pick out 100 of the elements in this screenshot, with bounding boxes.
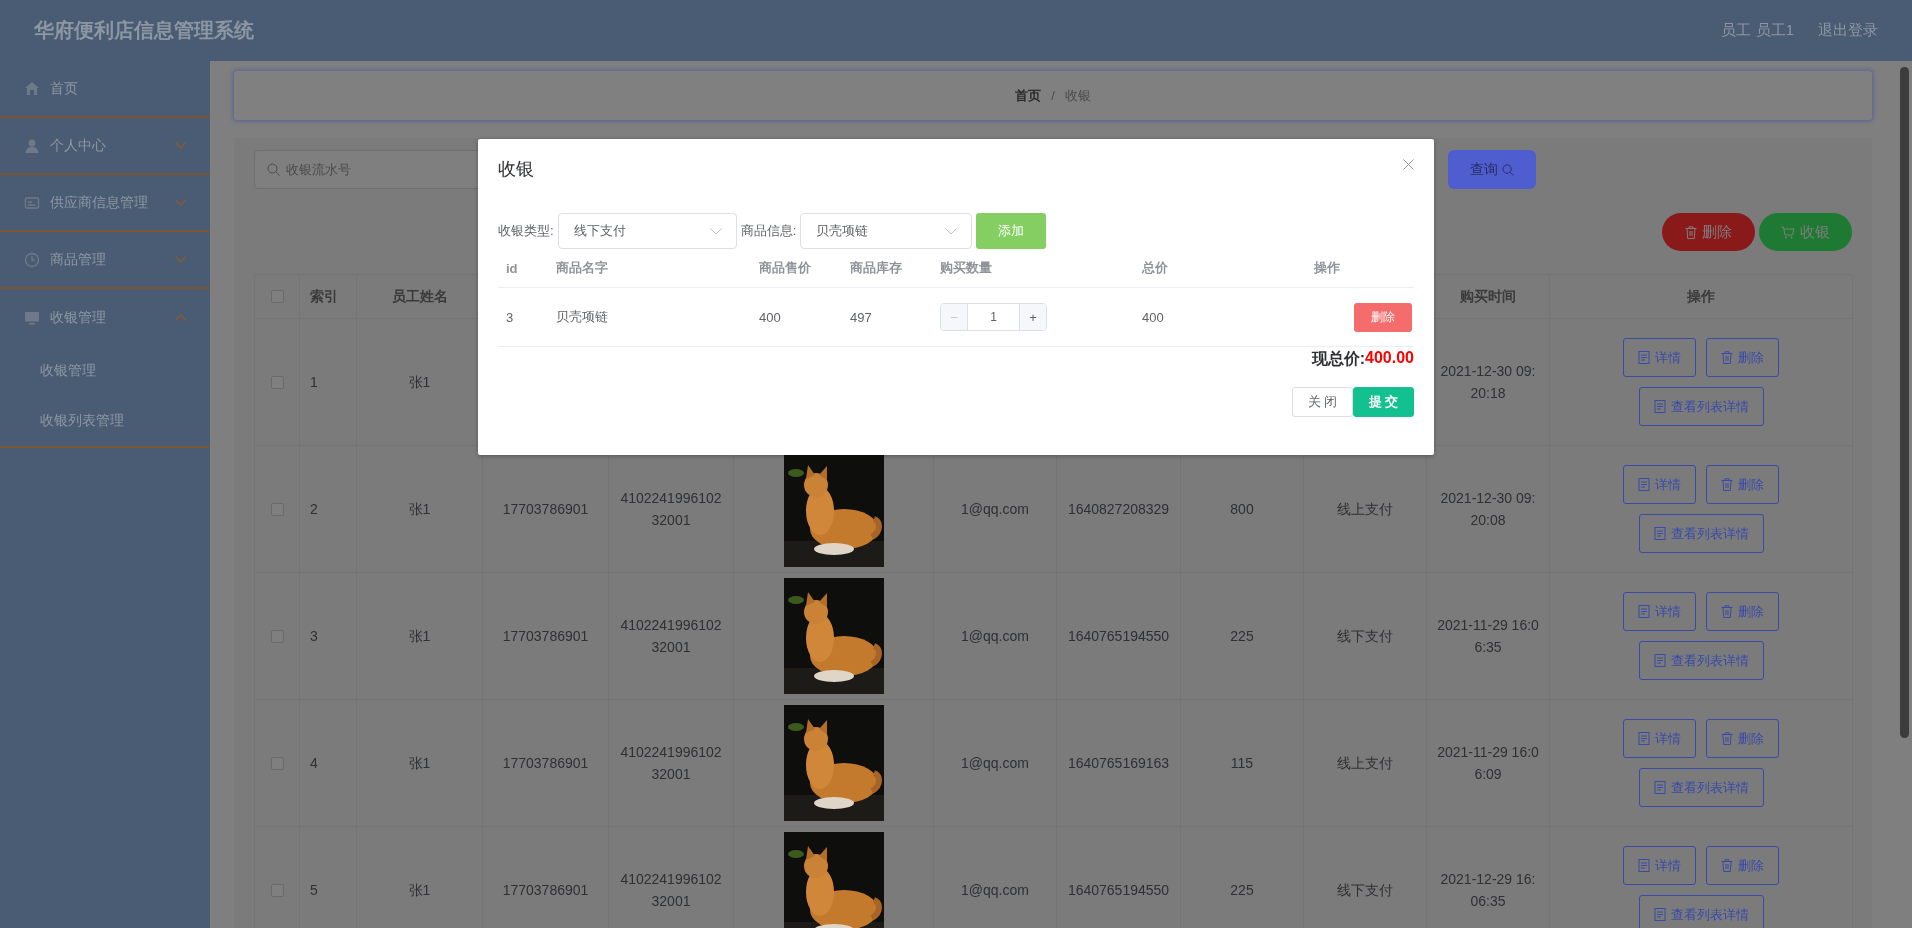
column-header: 商品名字 [556, 259, 608, 277]
increment-button[interactable]: + [1020, 304, 1046, 330]
total-cell: 400 [1142, 309, 1164, 325]
id-card-cell-text: 410224199610232001 [619, 489, 723, 530]
document-icon [1653, 400, 1666, 413]
list-detail-button[interactable]: 查看列表详情 [1638, 387, 1764, 426]
quantity-stepper[interactable]: − 1 + [940, 303, 1047, 331]
detail-button[interactable]: 详情 [1623, 592, 1696, 631]
column-header: id [506, 260, 518, 276]
time-cell-text: 2021-12-30 09:20:18 [1439, 362, 1537, 403]
column-header: 总价 [1142, 259, 1168, 277]
add-button[interactable]: 添加 [976, 213, 1047, 249]
sidebar-subitem[interactable]: 收银管理 [0, 346, 210, 396]
sidebar-subitem[interactable]: 收银列表管理 [0, 396, 210, 446]
app-title: 华府便利店信息管理系统 [34, 18, 254, 43]
id-card-cell-text: 410224199610232001 [619, 616, 723, 657]
submit-button[interactable]: 提 交 [1353, 387, 1414, 417]
order-number-cell-text: 1640827208329 [1067, 500, 1170, 519]
time-cell-text: 2021-11-29 16:06:35 [1437, 616, 1539, 657]
sidebar-item[interactable]: 首页 [0, 61, 210, 118]
user-icon [24, 137, 40, 154]
document-icon [1638, 859, 1650, 872]
clock-icon [24, 251, 40, 268]
sidebar-item[interactable]: 商品管理 [0, 232, 210, 289]
document-icon [1653, 654, 1666, 667]
stock-cell: 497 [850, 309, 872, 325]
payment-type-select[interactable]: 线下支付 [557, 213, 737, 249]
detail-button[interactable]: 详情 [1623, 846, 1696, 885]
column-header: 索引 [310, 287, 338, 306]
column-header: 购买数量 [940, 259, 992, 277]
name-cell-text: 张1 [408, 500, 431, 519]
document-icon [1653, 781, 1666, 794]
quantity-input[interactable]: 1 [967, 304, 1020, 330]
sidebar-item[interactable]: 收银管理 [0, 289, 210, 346]
phone-cell-text: 17703786901 [502, 881, 589, 900]
time-cell-text: 2021-12-29 16:06:35 [1439, 870, 1537, 911]
pay-type-cell-text: 线下支付 [1337, 881, 1393, 900]
id-card-cell-text: 410224199610232001 [619, 743, 723, 784]
amount-cell-text: 800 [1230, 500, 1254, 519]
delete-button[interactable]: 删除 [1706, 719, 1779, 758]
column-header: 商品售价 [759, 259, 811, 277]
delete-button[interactable]: 删除 [1706, 592, 1779, 631]
delete-button[interactable]: 删除 [1662, 213, 1755, 251]
breadcrumb-item[interactable]: 首页 [1015, 86, 1042, 105]
delete-button[interactable]: 删除 [1706, 338, 1779, 377]
order-number-cell-text: 1640765194550 [1067, 627, 1170, 646]
scrollbar-thumb[interactable] [1900, 67, 1909, 738]
phone-cell-text: 17703786901 [502, 627, 589, 646]
column-header: 购买时间 [1460, 287, 1516, 306]
search-icon [1502, 163, 1514, 176]
search-icon [267, 163, 280, 176]
time-cell-text: 2021-12-30 09:20:08 [1439, 489, 1537, 530]
time-cell-text: 2021-11-29 16:06:09 [1437, 743, 1539, 784]
checkout-button[interactable]: 收银 [1759, 213, 1852, 251]
document-icon [1638, 478, 1650, 491]
search-button[interactable]: 查询 [1448, 150, 1536, 189]
price-cell: 400 [759, 309, 781, 325]
monitor-icon [24, 309, 40, 326]
total-value: 400.00 [1365, 349, 1414, 368]
product-name-cell: 贝壳项链 [556, 308, 608, 326]
document-icon [1638, 732, 1650, 745]
document-icon [1638, 605, 1650, 618]
card-icon [24, 194, 40, 211]
detail-button[interactable]: 详情 [1623, 719, 1696, 758]
document-icon [1653, 908, 1666, 921]
list-detail-button[interactable]: 查看列表详情 [1638, 514, 1764, 553]
list-detail-button[interactable]: 查看列表详情 [1638, 641, 1764, 680]
caret-icon [945, 227, 958, 235]
close-button[interactable]: 关 闭 [1292, 387, 1353, 417]
document-icon [1638, 351, 1650, 364]
name-cell-text: 张1 [408, 881, 431, 900]
delete-button[interactable]: 删除 [1354, 302, 1412, 332]
trash-icon [1721, 605, 1733, 618]
name-cell-text: 张1 [408, 754, 431, 773]
column-header: 操作 [1687, 287, 1715, 306]
pay-type-cell-text: 线下支付 [1337, 627, 1393, 646]
index-cell-text: 4 [310, 754, 318, 773]
field-label: 商品信息: [740, 222, 797, 240]
sidebar-item[interactable]: 个人中心 [0, 118, 210, 175]
pay-type-cell-text: 线上支付 [1337, 754, 1393, 773]
list-detail-button[interactable]: 查看列表详情 [1638, 768, 1764, 807]
logout-link[interactable]: 退出登录 [1818, 21, 1878, 40]
delete-button[interactable]: 删除 [1706, 846, 1779, 885]
close-icon[interactable] [1403, 159, 1414, 170]
phone-cell-text: 17703786901 [502, 754, 589, 773]
order-number-cell-text: 1640765194550 [1067, 881, 1170, 900]
id-cell: 3 [506, 309, 514, 325]
breadcrumb-separator: / [1051, 88, 1055, 103]
sidebar-item[interactable]: 供应商信息管理 [0, 175, 210, 232]
list-detail-button[interactable]: 查看列表详情 [1638, 895, 1764, 928]
email-cell-text: 1@qq.com [961, 500, 1029, 519]
trash-icon [1721, 732, 1733, 745]
amount-cell-text: 225 [1230, 881, 1254, 900]
detail-button[interactable]: 详情 [1623, 338, 1696, 377]
product-select[interactable]: 贝壳项链 [800, 213, 973, 249]
trash-icon [1721, 351, 1733, 364]
detail-button[interactable]: 详情 [1623, 465, 1696, 504]
delete-button[interactable]: 删除 [1706, 465, 1779, 504]
field-label: 收银类型: [498, 222, 554, 240]
column-header: 员工姓名 [391, 287, 448, 306]
